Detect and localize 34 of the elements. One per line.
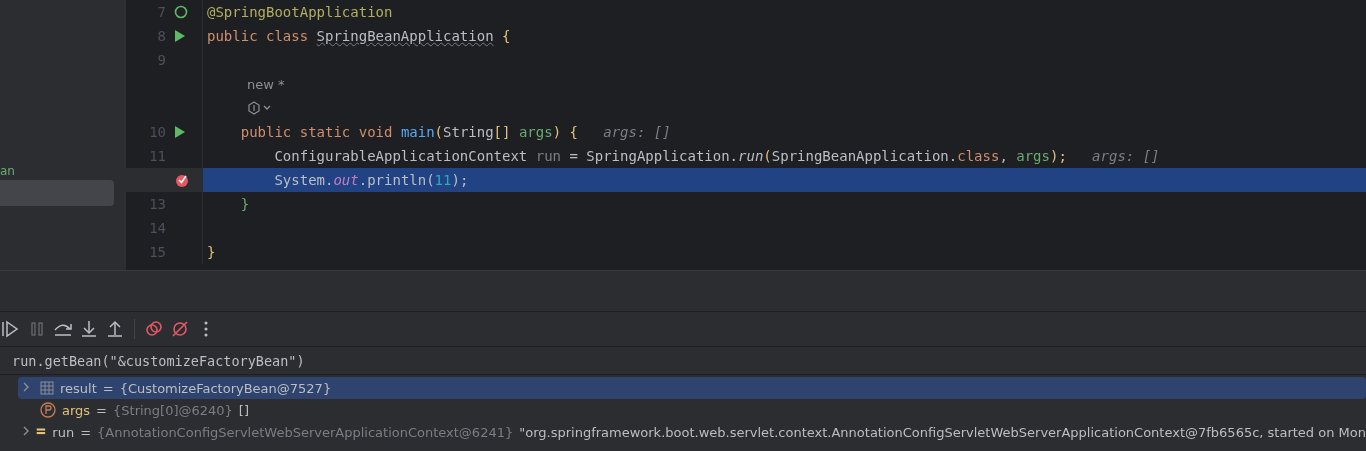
expression-field[interactable]: run.getBean("&customizeFactoryBean")	[0, 347, 1366, 375]
breakpoint-icon[interactable]	[174, 172, 190, 188]
variable-row[interactable]: run = {AnnotationConfigServletWebServerApplicationContext@6241} "org.springframework.boot.web.servlet.context.AnnotationConfigServletWebServerApplicationContext@7fb6565c, started on Mon	[18, 421, 1366, 443]
variable-value: {CustomizeFactoryBean@7527}	[119, 380, 332, 396]
expand-icon[interactable]	[22, 382, 30, 392]
variable-value: {AnnotationConfigServletWebServerApplicationContext@6241}	[97, 424, 514, 440]
variable-name: result	[60, 380, 97, 396]
variable-row[interactable]: result = {CustomizeFactoryBean@7527}	[18, 377, 1366, 399]
table-icon	[40, 381, 54, 395]
tree-item[interactable]: an	[0, 162, 114, 180]
code-line: }	[239, 195, 251, 214]
pause-icon	[31, 322, 43, 336]
equals-sign: =	[102, 380, 114, 396]
variable-detail: "org.springframework.boot.web.servlet.context.AnnotationConfigServletWebServerApplicationContext@7fb6565c, started on Mon	[519, 424, 1366, 440]
ai-icon[interactable]	[247, 101, 273, 115]
bean-icon[interactable]	[174, 5, 188, 19]
variable-value: {String[0]@6240}	[113, 402, 233, 418]
code-line: ConfigurableApplicationContext run = SpringApplication.run(SpringBeanApplication.class, args); args: []	[273, 147, 1161, 166]
expand-icon[interactable]	[22, 426, 30, 436]
code-line: }	[206, 243, 217, 262]
equals-sign: =	[80, 424, 92, 440]
author-hint: new *	[246, 76, 285, 92]
variable-row[interactable]: args = {String[0]@6240} []	[18, 399, 1366, 421]
code-line: public class SpringBeanApplication {	[206, 27, 512, 46]
variable-name: args	[62, 402, 91, 418]
variable-name: run	[52, 424, 75, 440]
more-icon	[204, 321, 208, 337]
parameter-icon	[40, 402, 56, 418]
run-icon[interactable]	[174, 125, 186, 139]
code-line: @SpringBootApplication	[206, 3, 394, 22]
variable-detail: []	[238, 402, 249, 418]
code-line: public static void main(String[] args) { args: []	[239, 123, 672, 142]
equals-sign: =	[96, 402, 107, 418]
run-icon[interactable]	[174, 29, 186, 43]
